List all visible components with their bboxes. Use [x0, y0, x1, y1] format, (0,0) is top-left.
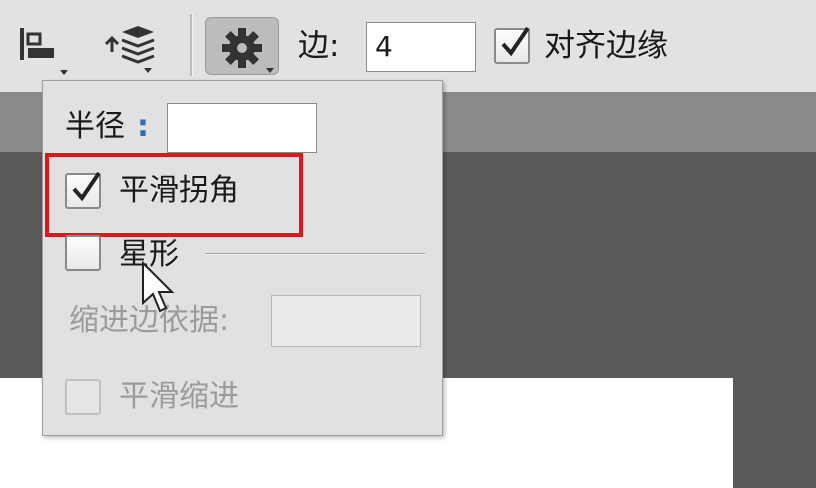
gear-icon [222, 28, 274, 73]
highlight-box [45, 153, 303, 237]
edge-label: 边: [298, 28, 340, 64]
radius-label: 半径 [65, 109, 125, 144]
path-alignment-icon[interactable] [18, 26, 68, 76]
radius-colon: : [137, 109, 149, 144]
indent-sides-input[interactable] [271, 295, 421, 347]
star-divider [205, 253, 425, 255]
mouse-cursor-icon [142, 261, 175, 313]
star-checkbox[interactable] [65, 235, 101, 271]
align-edges-label: 对齐边缘 [544, 28, 668, 64]
path-arrangement-icon[interactable] [100, 22, 162, 74]
align-edges-checkbox[interactable] [494, 26, 530, 64]
geometry-options-popup: 半径 : 平滑拐角 星形 缩进边依据: 平滑缩进 [42, 80, 443, 436]
radius-input[interactable] [167, 103, 317, 153]
toolbar-divider [190, 14, 193, 76]
edge-input[interactable]: 4 [366, 22, 476, 72]
smooth-indents-checkbox[interactable] [65, 379, 101, 415]
geometry-options-button[interactable] [205, 17, 279, 75]
smooth-indents-label: 平滑缩进 [119, 379, 239, 414]
checkmark-icon [501, 26, 530, 57]
